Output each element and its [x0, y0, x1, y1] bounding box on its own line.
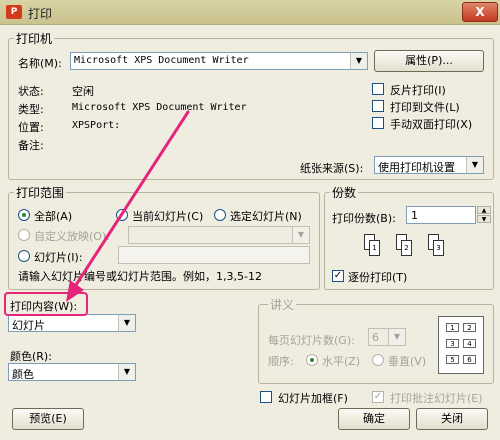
annotation-arrow-icon	[66, 110, 190, 302]
print-dialog: P 打印 X 打印机 名称(M): Microsoft XPS Document…	[0, 0, 500, 440]
